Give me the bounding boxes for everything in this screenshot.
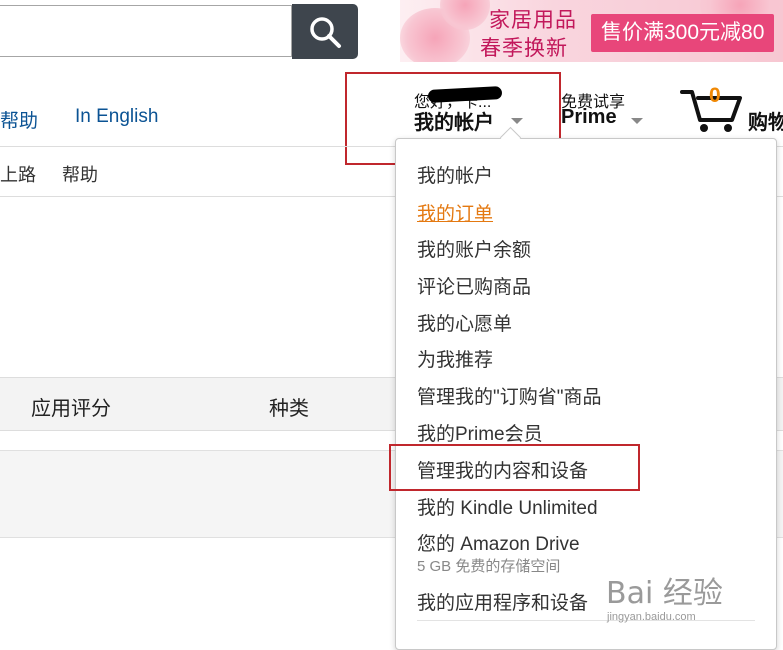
menu-item-kindle-unlimited[interactable]: 我的 Kindle Unlimited: [417, 493, 598, 520]
menu-item-recommendations[interactable]: 为我推荐: [417, 345, 493, 372]
menu-item-subscribe-save[interactable]: 管理我的"订购省"商品: [417, 382, 602, 409]
banner-line2: 春季换新: [480, 36, 568, 60]
chevron-down-icon: [631, 118, 643, 124]
prime-menu-trigger[interactable]: Prime: [561, 106, 617, 129]
column-header-category[interactable]: 种类: [269, 392, 309, 421]
menu-item-apps-devices[interactable]: 我的应用程序和设备: [417, 588, 588, 615]
search-icon: [310, 16, 341, 48]
menu-item-my-orders[interactable]: 我的订单: [417, 199, 493, 226]
banner-promo: 售价满300元减80: [591, 14, 775, 52]
nav-help-link[interactable]: 帮助: [0, 106, 38, 133]
watermark-url: jingyan.baidu.com: [607, 611, 696, 623]
menu-item-my-account[interactable]: 我的帐户: [417, 161, 493, 188]
cart-label[interactable]: 购物: [748, 106, 783, 135]
promo-banner[interactable]: 家居用品 春季换新 售价满300元减80: [400, 0, 783, 62]
watermark-logo: Bai 经验: [606, 576, 723, 611]
search-input[interactable]: [0, 5, 292, 57]
menu-item-account-balance[interactable]: 我的账户余额: [417, 235, 531, 262]
subnav-item-road[interactable]: 上路: [0, 161, 36, 187]
column-header-rating[interactable]: 应用评分: [31, 392, 111, 421]
menu-item-wishlist[interactable]: 我的心愿单: [417, 309, 512, 336]
amazon-drive-subtext: 5 GB 免费的存储空间: [417, 558, 561, 575]
search-button[interactable]: [292, 4, 358, 59]
menu-item-amazon-drive[interactable]: 您的 Amazon Drive: [417, 529, 580, 556]
menu-item-review-purchases[interactable]: 评论已购商品: [417, 272, 531, 299]
menu-divider: [417, 620, 755, 621]
subnav-item-help[interactable]: 帮助: [62, 161, 98, 187]
cart-count: 0: [709, 84, 721, 107]
content-highlight-box: [389, 444, 640, 491]
nav-english-link[interactable]: In English: [75, 106, 158, 128]
menu-item-prime-membership[interactable]: 我的Prime会员: [417, 419, 543, 446]
banner-line1: 家居用品: [489, 8, 577, 32]
